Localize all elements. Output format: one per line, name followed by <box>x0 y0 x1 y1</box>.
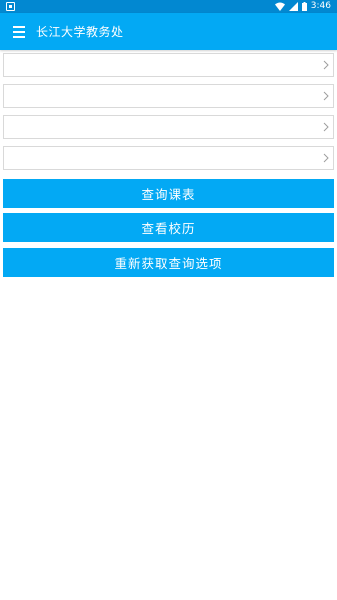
signal-icon <box>288 2 298 11</box>
selector-3[interactable] <box>3 115 334 139</box>
wifi-icon <box>274 2 285 11</box>
screen: 3:46 长江大学教务处 查询课表 查看校历 重新获取查询选项 <box>0 0 337 600</box>
selector-4[interactable] <box>3 146 334 170</box>
status-bar: 3:46 <box>0 0 337 13</box>
query-schedule-button[interactable]: 查询课表 <box>3 179 334 208</box>
chevron-right-icon <box>322 59 330 71</box>
refresh-options-button[interactable]: 重新获取查询选项 <box>3 248 334 277</box>
app-bar: 长江大学教务处 <box>0 13 337 50</box>
chevron-right-icon <box>322 121 330 133</box>
status-time: 3:46 <box>310 1 331 11</box>
status-icons: 3:46 <box>274 0 331 13</box>
chevron-right-icon <box>322 90 330 102</box>
battery-icon <box>301 2 307 11</box>
chevron-right-icon <box>322 152 330 164</box>
hamburger-menu-icon[interactable] <box>8 21 30 43</box>
app-title: 长江大学教务处 <box>36 25 124 39</box>
selector-2[interactable] <box>3 84 334 108</box>
notification-icon <box>6 2 15 11</box>
selector-1[interactable] <box>3 53 334 77</box>
view-calendar-button[interactable]: 查看校历 <box>3 213 334 242</box>
